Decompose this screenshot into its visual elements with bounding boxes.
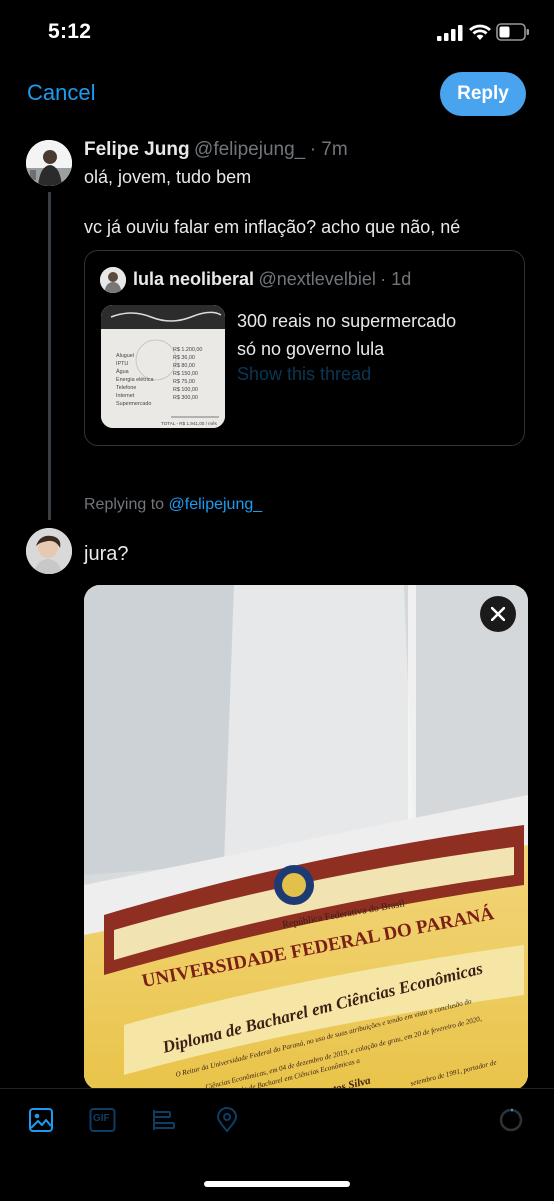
expense-total: TOTAL - R$ 1.941,00 / mês [161,421,218,426]
quoted-text-line: 300 reais no supermercado [237,311,457,331]
character-count-icon [499,1108,523,1132]
expense-value: R$ 300,00 [173,395,198,401]
expense-value: R$ 100,00 [173,387,198,393]
quoted-text-line: só no governo lula [237,339,385,359]
quoted-author-handle: @nextlevelbiel [258,269,376,289]
avatar[interactable] [26,140,72,186]
replying-to: Replying to @felipejung_ [84,496,262,514]
thread-connector [48,192,51,520]
home-indicator [204,1181,350,1187]
show-thread-link[interactable]: Show this thread [237,364,371,385]
user-avatar [26,528,72,574]
expense-item: Energia elétrica [116,377,153,383]
location-icon[interactable] [214,1107,240,1133]
expense-value: R$ 150,00 [173,371,198,377]
quoted-tweet-header: lula neoliberal @nextlevelbiel · 1d [133,269,411,290]
expense-value: R$ 80,00 [173,363,195,369]
status-time: 5:12 [48,20,92,43]
cellular-signal-icon [437,25,463,41]
remove-photo-button[interactable] [480,596,516,632]
expense-item: Supermercado [116,401,151,407]
battery-icon [496,23,529,41]
expense-value: R$ 75,00 [173,379,195,385]
expense-item: Água [116,368,129,375]
reply-button[interactable]: Reply [440,72,526,116]
gif-icon[interactable]: GIF [89,1107,116,1133]
author-handle[interactable]: @felipejung_ [194,139,305,160]
quoted-image[interactable]: Aluguel IPTU Água Energia elétrica Telef… [101,305,225,428]
wifi-icon [469,24,491,40]
replying-prefix: Replying to [84,496,169,513]
expense-item: IPTU [116,361,128,367]
author-name[interactable]: Felipe Jung [84,139,190,160]
quoted-avatar [100,267,126,293]
tweet-header: Felipe Jung @felipejung_ · 7m [84,139,348,161]
replying-handle-link[interactable]: @felipejung_ [169,496,263,513]
cancel-button[interactable]: Cancel [27,80,95,106]
quoted-author-name: lula neoliberal [133,269,255,289]
tweet-time: · 7m [309,139,348,160]
image-icon[interactable] [28,1107,54,1133]
expense-item: Internet [116,393,135,399]
tweet-text-line: vc já ouviu falar em inflação? acho que … [84,217,461,237]
quoted-tweet-time: · 1d [380,269,412,289]
avatar-photo-icon [26,140,72,186]
expense-item: Aluguel [116,353,134,359]
reply-text-input[interactable]: jura? [84,543,128,566]
attached-photo[interactable]: República Federativa do Brasil UNIVERSID… [84,585,528,1090]
expense-value: R$ 36,00 [173,355,195,361]
tweet-text-line: olá, jovem, tudo bem [84,167,252,187]
quoted-tweet-text: 300 reais no supermercado só no governo … [237,307,456,363]
expense-item: Telefone [116,385,136,391]
expense-value: R$ 1.200,00 [173,347,202,353]
gif-label: GIF [93,1113,110,1124]
poll-icon[interactable] [151,1107,177,1133]
close-icon [491,607,505,621]
